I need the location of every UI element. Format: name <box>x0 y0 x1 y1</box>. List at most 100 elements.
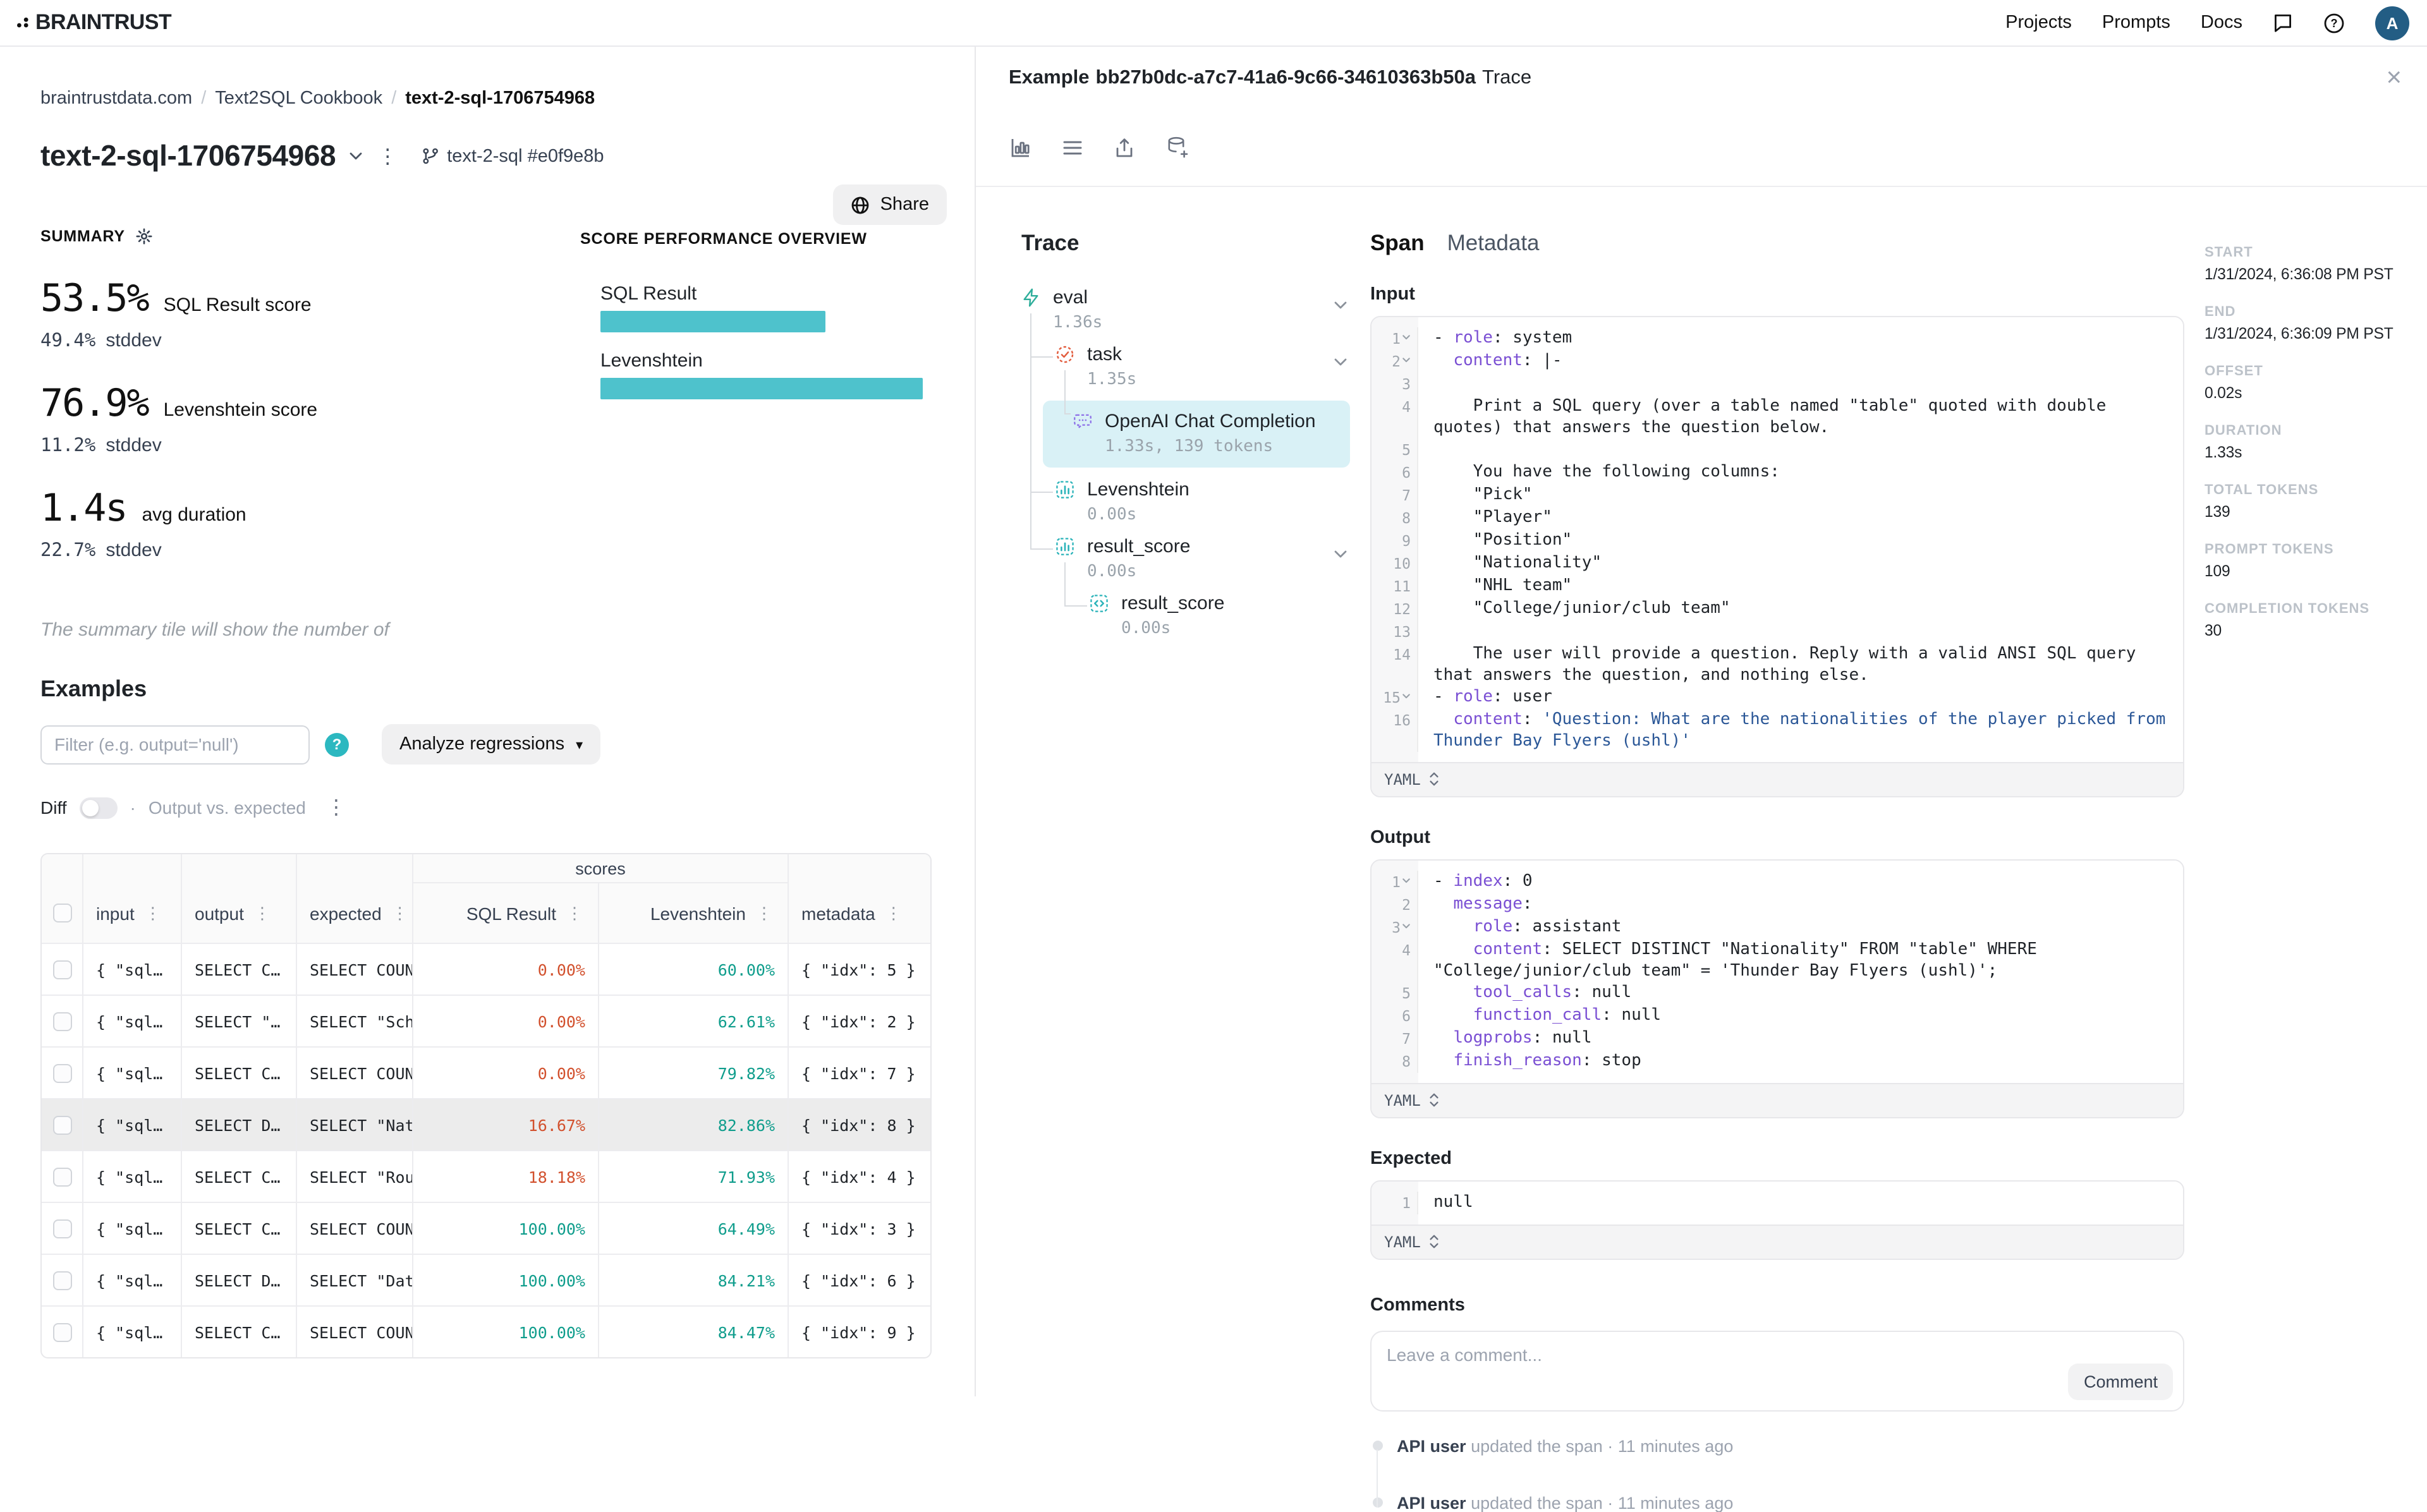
cell-input[interactable]: { "sql… <box>82 1305 181 1357</box>
cell-sql-result[interactable]: 0.00% <box>412 943 598 995</box>
nav-item-docs[interactable]: Docs <box>2201 13 2242 33</box>
cell-input[interactable]: { "sql… <box>82 1098 181 1150</box>
avatar[interactable]: A <box>2375 6 2409 40</box>
cell-expected[interactable]: SELECT COUN… <box>296 1305 412 1357</box>
row-checkbox[interactable] <box>52 1219 71 1238</box>
trace-node-result-score[interactable]: result_score0.00s <box>1021 535 1350 581</box>
tab-span[interactable]: Span <box>1370 229 1425 256</box>
column-header-expected[interactable]: expected⋮ <box>296 883 412 943</box>
breadcrumb-item[interactable]: braintrustdata.com <box>40 88 192 109</box>
cell-sql-result[interactable]: 100.00% <box>412 1202 598 1254</box>
cell-metadata[interactable]: { "idx": 6 } <box>788 1254 930 1305</box>
trace-node-openai-chat-completion[interactable]: OpenAI Chat Completion1.33s, 139 tokens <box>1043 400 1350 467</box>
comment-button[interactable]: Comment <box>2069 1363 2173 1400</box>
collapse-chevron-icon[interactable] <box>1402 351 1411 363</box>
cell-metadata[interactable]: { "idx": 7 } <box>788 1046 930 1098</box>
cell-levenshtein[interactable]: 84.47% <box>598 1305 788 1357</box>
nav-item-projects[interactable]: Projects <box>2005 13 2072 33</box>
cell-levenshtein[interactable]: 71.93% <box>598 1150 788 1202</box>
format-selector[interactable]: YAML <box>1372 1082 2183 1116</box>
cell-output[interactable]: SELECT C… <box>181 1046 296 1098</box>
cell-expected[interactable]: SELECT "Sch… <box>296 995 412 1046</box>
experiment-ref[interactable]: text-2-sql #e0f9e8b <box>420 146 604 166</box>
add-to-dataset-button[interactable] <box>1165 135 1189 159</box>
tab-metadata[interactable]: Metadata <box>1447 229 1540 256</box>
list-view-button[interactable] <box>1062 138 1083 156</box>
column-header-levenshtein[interactable]: Levenshtein⋮ <box>598 883 788 943</box>
cell-levenshtein[interactable]: 60.00% <box>598 943 788 995</box>
cell-sql-result[interactable]: 16.67% <box>412 1098 598 1150</box>
export-button[interactable] <box>1114 136 1135 159</box>
cell-levenshtein[interactable]: 62.61% <box>598 995 788 1046</box>
cell-metadata[interactable]: { "idx": 9 } <box>788 1305 930 1357</box>
cell-metadata[interactable]: { "idx": 4 } <box>788 1150 930 1202</box>
cell-metadata[interactable]: { "idx": 2 } <box>788 995 930 1046</box>
row-checkbox[interactable] <box>52 1063 71 1082</box>
cell-levenshtein[interactable]: 82.86% <box>598 1098 788 1150</box>
cell-output[interactable]: SELECT C… <box>181 943 296 995</box>
column-header-metadata[interactable]: metadata⋮ <box>788 883 930 943</box>
cell-expected[interactable]: SELECT "Nat… <box>296 1098 412 1150</box>
row-checkbox[interactable] <box>52 1271 71 1290</box>
cell-expected[interactable]: SELECT COUN… <box>296 1046 412 1098</box>
cell-sql-result[interactable]: 100.00% <box>412 1254 598 1305</box>
chevron-down-icon[interactable] <box>1334 541 1347 564</box>
column-menu-icon[interactable]: ⋮ <box>564 903 585 923</box>
collapse-chevron-icon[interactable] <box>1402 687 1411 699</box>
cell-levenshtein[interactable]: 64.49% <box>598 1202 788 1254</box>
cell-input[interactable]: { "sql… <box>82 943 181 995</box>
filter-help-icon[interactable]: ? <box>325 732 349 756</box>
breadcrumb-item[interactable]: Text2SQL Cookbook <box>215 88 382 109</box>
cell-expected[interactable]: SELECT COUN… <box>296 943 412 995</box>
format-selector[interactable]: YAML <box>1372 1224 2183 1258</box>
cell-sql-result[interactable]: 18.18% <box>412 1150 598 1202</box>
trace-node-result-score[interactable]: result_score0.00s <box>1021 592 1350 638</box>
diff-toggle[interactable] <box>80 797 118 818</box>
select-all-checkbox[interactable] <box>52 904 71 922</box>
column-header-output[interactable]: output⋮ <box>181 883 296 943</box>
close-icon[interactable]: × <box>2386 64 2402 91</box>
cell-expected[interactable]: SELECT "Dat… <box>296 1254 412 1305</box>
chart-view-button[interactable] <box>1009 136 1031 159</box>
column-menu-icon[interactable]: ⋮ <box>142 903 164 923</box>
cell-output[interactable]: SELECT "… <box>181 995 296 1046</box>
cell-output[interactable]: SELECT C… <box>181 1202 296 1254</box>
chevron-down-icon[interactable] <box>348 152 362 160</box>
title-kebab-menu-icon[interactable]: ⋮ <box>375 143 400 169</box>
nav-item-prompts[interactable]: Prompts <box>2102 13 2170 33</box>
cell-metadata[interactable]: { "idx": 5 } <box>788 943 930 995</box>
column-menu-icon[interactable]: ⋮ <box>389 903 411 923</box>
cell-expected[interactable]: SELECT "Rou… <box>296 1150 412 1202</box>
share-button[interactable]: Share <box>834 184 947 225</box>
column-menu-icon[interactable]: ⋮ <box>252 903 273 923</box>
row-checkbox[interactable] <box>52 1012 71 1031</box>
cell-input[interactable]: { "sql… <box>82 1150 181 1202</box>
cell-levenshtein[interactable]: 79.82% <box>598 1046 788 1098</box>
row-checkbox[interactable] <box>52 1115 71 1134</box>
cell-levenshtein[interactable]: 84.21% <box>598 1254 788 1305</box>
help-button[interactable]: ? <box>2323 12 2345 33</box>
cell-input[interactable]: { "sql… <box>82 995 181 1046</box>
cell-input[interactable]: { "sql… <box>82 1254 181 1305</box>
chevron-down-icon[interactable] <box>1334 349 1347 372</box>
cell-output[interactable]: SELECT D… <box>181 1254 296 1305</box>
collapse-chevron-icon[interactable] <box>1402 328 1411 341</box>
cell-sql-result[interactable]: 0.00% <box>412 995 598 1046</box>
row-checkbox[interactable] <box>52 1322 71 1341</box>
cell-input[interactable]: { "sql… <box>82 1202 181 1254</box>
gear-icon[interactable] <box>135 227 153 245</box>
cell-expected[interactable]: SELECT COUN… <box>296 1202 412 1254</box>
cell-input[interactable]: { "sql… <box>82 1046 181 1098</box>
row-checkbox[interactable] <box>52 1167 71 1186</box>
trace-node-task[interactable]: task1.35s <box>1021 343 1350 389</box>
cell-sql-result[interactable]: 100.00% <box>412 1305 598 1357</box>
cell-output[interactable]: SELECT D… <box>181 1098 296 1150</box>
trace-node-eval[interactable]: eval1.36s <box>1021 286 1350 332</box>
trace-node-levenshtein[interactable]: Levenshtein0.00s <box>1021 478 1350 524</box>
column-menu-icon[interactable]: ⋮ <box>753 903 775 923</box>
chevron-down-icon[interactable] <box>1334 293 1347 315</box>
filter-input[interactable] <box>40 725 310 764</box>
cell-metadata[interactable]: { "idx": 8 } <box>788 1098 930 1150</box>
column-header-input[interactable]: input⋮ <box>82 883 181 943</box>
diff-kebab-menu-icon[interactable]: ⋮ <box>324 795 349 820</box>
